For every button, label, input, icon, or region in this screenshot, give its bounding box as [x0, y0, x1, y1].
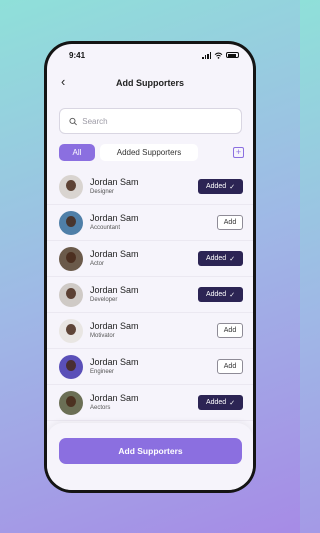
- supporter-info: Jordan Sam Accountant: [90, 213, 217, 232]
- added-button[interactable]: Added ✓: [198, 179, 243, 194]
- add-button[interactable]: Add: [217, 359, 243, 374]
- added-label: Added: [205, 291, 227, 298]
- checkmark-icon: ✓: [229, 255, 236, 263]
- supporter-info: Jordan Sam Actor: [90, 249, 198, 268]
- supporter-info: Jordan Sam Designer: [90, 177, 198, 196]
- list-item: Jordan Sam Designer Added ✓: [47, 169, 253, 205]
- supporter-info: Jordan Sam Engineer: [90, 357, 217, 376]
- header: ‹ Add Supporters: [47, 66, 253, 100]
- list-item: Jordan Sam Engineer Add: [47, 349, 253, 385]
- supporter-role: Aectors: [90, 405, 111, 411]
- supporter-role: Motivator: [90, 333, 115, 339]
- checkmark-icon: ✓: [229, 291, 236, 299]
- cellular-signal-icon: [202, 51, 211, 59]
- search-bar[interactable]: [59, 108, 242, 134]
- status-time: 9:41: [69, 50, 86, 60]
- supporter-info: Jordan Sam Developer: [90, 285, 198, 304]
- search-icon: [69, 117, 77, 125]
- added-label: Added: [205, 255, 227, 262]
- supporter-info: Jordan Sam Motivator: [90, 321, 217, 340]
- list-item: Jordan Sam Actor Added ✓: [47, 241, 253, 277]
- list-item: Jordan Sam Motivator Add: [47, 313, 253, 349]
- add-plus-icon[interactable]: +: [233, 147, 244, 158]
- search-input[interactable]: [82, 116, 232, 126]
- supporter-name: Jordan Sam: [90, 285, 139, 295]
- supporter-name: Jordan Sam: [90, 357, 139, 367]
- avatar: [59, 174, 83, 199]
- list-item: Jordan Sam Accountant Add: [47, 205, 253, 241]
- avatar: [59, 210, 83, 235]
- app-screen: 9:41 ‹ Add Supporters Search All Added S…: [47, 44, 253, 490]
- status-bar: 9:41: [47, 44, 253, 66]
- add-button[interactable]: Add: [217, 215, 243, 230]
- added-button[interactable]: Added ✓: [198, 251, 243, 266]
- added-label: Added: [205, 183, 227, 190]
- supporter-role: Accountant: [90, 225, 121, 231]
- tab-added-supporters[interactable]: Added Supporters: [100, 144, 198, 161]
- supporter-role: Engineer: [90, 369, 115, 375]
- supporter-name: Jordan Sam: [90, 249, 139, 259]
- supporter-name: Jordan Sam: [90, 321, 139, 331]
- avatar: [59, 246, 83, 271]
- supporter-role: Developer: [90, 297, 118, 303]
- bottom-action-area: Add Supporters: [47, 423, 253, 490]
- checkmark-icon: ✓: [229, 183, 236, 191]
- avatar: [59, 390, 83, 415]
- avatar: [59, 318, 83, 343]
- filter-tabs: All Added Supporters +: [59, 144, 244, 161]
- checkmark-icon: ✓: [229, 399, 236, 407]
- battery-icon: [226, 52, 239, 58]
- supporter-name: Jordan Sam: [90, 393, 139, 403]
- added-label: Added: [205, 399, 227, 406]
- wifi-icon: [214, 52, 223, 59]
- phone-frame: 9:41 ‹ Add Supporters Search All Added S…: [44, 41, 256, 493]
- avatar: [59, 282, 83, 307]
- added-button[interactable]: Added ✓: [198, 395, 243, 410]
- list-item: Jordan Sam Developer Added ✓: [47, 277, 253, 313]
- added-button[interactable]: Added ✓: [198, 287, 243, 302]
- add-supporters-button[interactable]: Add Supporters: [59, 438, 242, 464]
- status-icons: [202, 51, 239, 59]
- back-chevron-icon[interactable]: ‹: [61, 75, 65, 89]
- tab-all[interactable]: All: [59, 144, 95, 161]
- supporter-info: Jordan Sam Aectors: [90, 393, 198, 412]
- supporter-role: Actor: [90, 261, 105, 267]
- supporter-name: Jordan Sam: [90, 213, 139, 223]
- supporter-role: Designer: [90, 189, 115, 195]
- add-button[interactable]: Add: [217, 323, 243, 338]
- list-item: Jordan Sam Aectors Added ✓: [47, 385, 253, 421]
- supporter-list: Jordan Sam Designer Added ✓ Jordan Sam Accoun…: [47, 169, 253, 421]
- page-title: Add Supporters: [115, 78, 184, 88]
- supporter-name: Jordan Sam: [90, 177, 139, 187]
- avatar: [59, 354, 83, 379]
